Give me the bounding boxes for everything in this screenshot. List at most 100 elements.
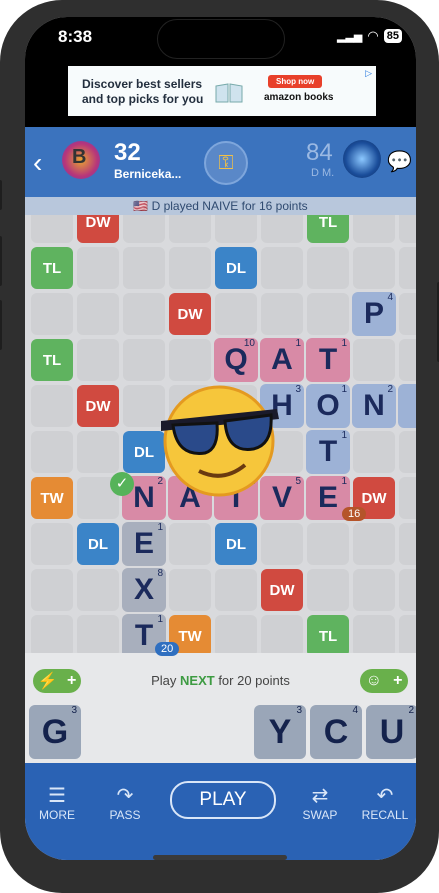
board-square[interactable]	[31, 293, 73, 335]
board-square[interactable]	[399, 615, 416, 653]
premium-square[interactable]: TL	[307, 215, 349, 243]
board-square[interactable]	[307, 247, 349, 289]
board-tile-points: 5	[295, 476, 301, 487]
board-square[interactable]	[261, 293, 303, 335]
ad-banner-zone: Discover best sellers and top picks for …	[25, 59, 416, 127]
board-tile: E1	[122, 522, 166, 566]
boost-emoji-button[interactable]: ☺ +	[360, 669, 408, 693]
board-square[interactable]	[353, 247, 395, 289]
swap-button[interactable]: ⇄ SWAP	[299, 783, 341, 822]
board-tile-points: 8	[157, 568, 163, 579]
opponent-score: 84	[306, 139, 333, 166]
board-square[interactable]	[169, 215, 211, 243]
pass-button[interactable]: ↷ PASS	[105, 783, 145, 822]
ad-banner[interactable]: Discover best sellers and top picks for …	[68, 66, 376, 116]
key-icon[interactable]: ⚿	[204, 141, 248, 185]
board-square[interactable]	[307, 569, 349, 611]
board-square[interactable]	[215, 293, 257, 335]
board-square[interactable]	[215, 615, 257, 653]
back-icon[interactable]: ‹	[33, 147, 42, 179]
player-avatar[interactable]: B	[62, 141, 100, 179]
board-square[interactable]	[169, 339, 211, 381]
play-button[interactable]: PLAY	[170, 781, 276, 819]
board-square[interactable]	[307, 523, 349, 565]
rack-tile[interactable]: G 3	[29, 705, 81, 759]
board-tile: A1	[260, 338, 304, 382]
tile-rack: G 3 Y 3 C 4 U 2	[25, 699, 416, 763]
board-square[interactable]	[399, 569, 416, 611]
board-square[interactable]	[399, 523, 416, 565]
board-square[interactable]	[307, 293, 349, 335]
board-square[interactable]	[353, 523, 395, 565]
hint-prefix: Play	[151, 673, 181, 688]
board-square[interactable]	[77, 293, 119, 335]
board-square[interactable]	[261, 615, 303, 653]
board-square[interactable]	[169, 247, 211, 289]
rack-tile[interactable]: Y 3	[254, 705, 306, 759]
hint-suffix: for 20 points	[214, 673, 290, 688]
board-square[interactable]	[31, 615, 73, 653]
premium-square[interactable]: TL	[31, 247, 73, 289]
premium-square[interactable]: TL	[307, 615, 349, 653]
premium-square[interactable]: DL	[215, 247, 257, 289]
shop-now-button[interactable]: Shop now	[268, 75, 323, 88]
board-square[interactable]	[353, 339, 395, 381]
board-square[interactable]	[31, 385, 73, 427]
recall-button[interactable]: ↶ RECALL	[360, 783, 410, 822]
premium-square[interactable]: DW	[77, 385, 119, 427]
board-square[interactable]	[215, 215, 257, 243]
board-square[interactable]	[77, 339, 119, 381]
board-square[interactable]	[399, 215, 416, 243]
board-square[interactable]	[31, 569, 73, 611]
rack-tile-letter: G	[41, 712, 69, 751]
board-tile-letter: T	[318, 435, 338, 468]
signal-icon: ▂▃▅	[337, 30, 363, 43]
premium-square[interactable]: DW	[169, 293, 211, 335]
board-square[interactable]	[261, 215, 303, 243]
board-square[interactable]	[31, 523, 73, 565]
board-square[interactable]	[123, 339, 165, 381]
player-name: Berniceka...	[114, 167, 182, 181]
adchoices-icon[interactable]: ▷	[365, 68, 372, 79]
board-square[interactable]	[77, 431, 119, 473]
more-button[interactable]: ☰ MORE	[37, 783, 77, 822]
board-square[interactable]	[123, 247, 165, 289]
board-square[interactable]	[399, 293, 416, 335]
rack-tile[interactable]: C 4	[310, 705, 362, 759]
board-square[interactable]	[353, 215, 395, 243]
board-square[interactable]	[31, 431, 73, 473]
board-square[interactable]	[399, 247, 416, 289]
board-square[interactable]	[77, 615, 119, 653]
board-square[interactable]	[123, 215, 165, 243]
premium-square[interactable]: TW	[31, 477, 73, 519]
premium-square[interactable]: DW	[77, 215, 119, 243]
board-square[interactable]	[399, 431, 416, 473]
board-square[interactable]	[353, 431, 395, 473]
board-tile-points: 3	[295, 384, 301, 395]
dynamic-island	[157, 19, 285, 59]
premium-square[interactable]: DW	[261, 569, 303, 611]
premium-square[interactable]: DL	[77, 523, 119, 565]
board-square[interactable]	[261, 523, 303, 565]
chat-icon[interactable]: 💬	[387, 149, 412, 174]
board-square[interactable]	[169, 523, 211, 565]
board-square[interactable]	[123, 293, 165, 335]
board-square[interactable]	[353, 569, 395, 611]
premium-square[interactable]: TL	[31, 339, 73, 381]
board-square[interactable]	[399, 477, 416, 519]
board-square[interactable]	[169, 569, 211, 611]
board-square[interactable]	[399, 339, 416, 381]
board-tile-points: 1	[341, 476, 347, 487]
board-square[interactable]	[77, 569, 119, 611]
rack-tile[interactable]: U 2	[366, 705, 416, 759]
premium-square[interactable]: DL	[215, 523, 257, 565]
opponent-avatar[interactable]	[343, 140, 381, 178]
game-header: ‹ B 32 Berniceka... ⚿ 84 D M. 💬	[25, 127, 416, 197]
board-square[interactable]	[215, 569, 257, 611]
board-square[interactable]	[353, 615, 395, 653]
board-square[interactable]	[261, 247, 303, 289]
status-icons: ▂▃▅ ◠ 85	[337, 28, 402, 44]
board-square[interactable]	[77, 247, 119, 289]
board-tile-points: 1	[157, 614, 163, 625]
board-square[interactable]	[31, 215, 73, 243]
